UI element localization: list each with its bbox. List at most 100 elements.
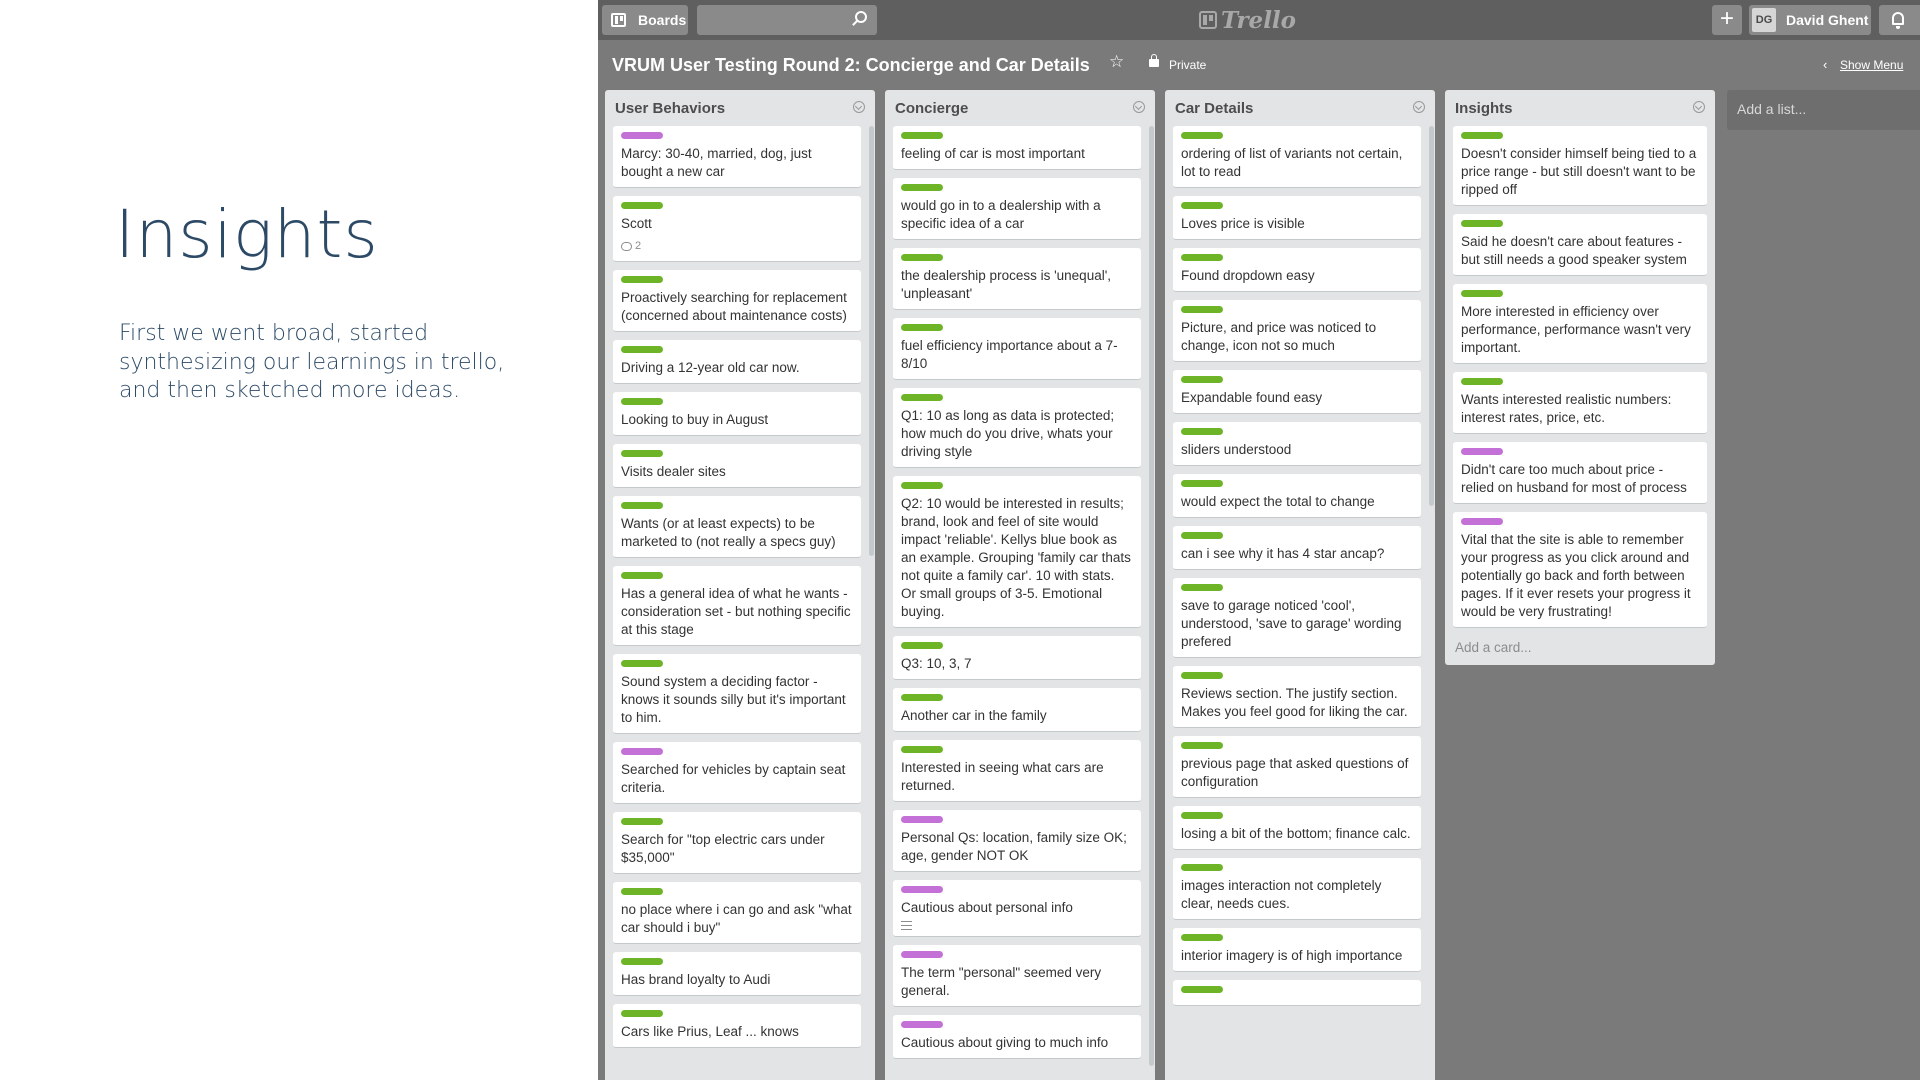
card[interactable]: Driving a 12-year old car now. (613, 340, 861, 384)
green-label (621, 346, 663, 353)
card[interactable]: Found dropdown easy (1173, 248, 1421, 292)
card[interactable]: losing a bit of the bottom; finance calc… (1173, 806, 1421, 850)
slide-title: Insights (115, 196, 379, 273)
card[interactable]: Has a general idea of what he wants - co… (613, 566, 861, 646)
add-card-button[interactable]: Add a card... (1445, 636, 1715, 665)
card[interactable]: Looking to buy in August (613, 392, 861, 436)
card[interactable]: Doesn't consider himself being tied to a… (1453, 126, 1707, 206)
card-text: Expandable found easy (1181, 390, 1323, 405)
list-header[interactable]: Insights (1445, 90, 1715, 126)
card[interactable]: can i see why it has 4 star ancap? (1173, 526, 1421, 570)
card[interactable]: Q2: 10 would be interested in results; b… (893, 476, 1141, 628)
card[interactable]: fuel efficiency importance about a 7-8/1… (893, 318, 1141, 380)
card-text: Sound system a deciding factor - knows i… (621, 674, 846, 725)
top-bar: Boards Trello + DG David Ghent (598, 0, 1920, 40)
green-label (621, 202, 663, 209)
trello-logo[interactable]: Trello (1199, 7, 1296, 34)
search-input[interactable] (697, 5, 877, 35)
card[interactable]: Wants interested realistic numbers: inte… (1453, 372, 1707, 434)
search-icon[interactable] (855, 11, 867, 23)
card[interactable]: Said he doesn't care about features - bu… (1453, 214, 1707, 276)
green-label (621, 502, 663, 509)
card[interactable]: Proactively searching for replacement (c… (613, 270, 861, 332)
card[interactable]: Q1: 10 as long as data is protected; how… (893, 388, 1141, 468)
card[interactable]: The term "personal" seemed very general. (893, 945, 1141, 1007)
list-menu-icon[interactable] (1413, 101, 1425, 113)
list-header[interactable]: Concierge (885, 90, 1155, 126)
comment-badge: 2 (621, 237, 853, 255)
card[interactable]: Another car in the family (893, 688, 1141, 732)
card[interactable]: Searched for vehicles by captain seat cr… (613, 742, 861, 804)
add-list-button[interactable]: Add a list... (1727, 90, 1920, 130)
green-label (621, 818, 663, 825)
card[interactable]: Search for "top electric cars under $35,… (613, 812, 861, 874)
card[interactable]: Wants (or at least expects) to be market… (613, 496, 861, 558)
slide-body: First we went broad, started synthesizin… (119, 321, 505, 403)
list-menu-icon[interactable] (1693, 101, 1705, 113)
card[interactable]: Visits dealer sites (613, 444, 861, 488)
card[interactable]: Cars like Prius, Leaf ... knows (613, 1004, 861, 1048)
list-menu-icon[interactable] (853, 101, 865, 113)
card[interactable]: Sound system a deciding factor - knows i… (613, 654, 861, 734)
green-label (1181, 812, 1223, 819)
list-scrollbar[interactable] (1429, 126, 1434, 506)
green-label (621, 276, 663, 283)
list-scrollbar[interactable] (869, 126, 874, 556)
notifications-button[interactable] (1879, 5, 1920, 35)
boards-button[interactable]: Boards (602, 5, 688, 35)
list-menu-icon[interactable] (1133, 101, 1145, 113)
card[interactable]: would go in to a dealership with a speci… (893, 178, 1141, 240)
list-title: Insights (1455, 100, 1513, 117)
card-text: Driving a 12-year old car now. (621, 360, 800, 375)
list-car-details: Car Details ordering of list of variants … (1165, 90, 1435, 1080)
card-text: Picture, and price was noticed to change… (1181, 320, 1377, 353)
green-label (901, 482, 943, 489)
list-scrollbar[interactable] (1149, 126, 1154, 1066)
green-label (901, 324, 943, 331)
green-label (1181, 532, 1223, 539)
board-title[interactable]: VRUM User Testing Round 2: Concierge and… (612, 55, 1090, 76)
list-header[interactable]: User Behaviors (605, 90, 875, 126)
card[interactable]: would expect the total to change (1173, 474, 1421, 518)
card[interactable]: Didn't care too much about price - relie… (1453, 442, 1707, 504)
boards-label: Boards (638, 12, 687, 28)
add-button[interactable]: + (1712, 5, 1742, 35)
card-text: Doesn't consider himself being tied to a… (1461, 146, 1697, 197)
card[interactable]: images interaction not completely clear,… (1173, 858, 1421, 920)
card[interactable]: Picture, and price was noticed to change… (1173, 300, 1421, 362)
card-text: Q2: 10 would be interested in results; b… (901, 496, 1131, 619)
card[interactable]: Has brand loyalty to Audi (613, 952, 861, 996)
card[interactable]: Cautious about personal info (893, 880, 1141, 937)
card[interactable]: Scott 2 (613, 196, 861, 262)
card-text: Proactively searching for replacement (c… (621, 290, 847, 323)
card[interactable]: sliders understood (1173, 422, 1421, 466)
card[interactable]: feeling of car is most important (893, 126, 1141, 170)
card[interactable]: interior imagery is of high importance (1173, 928, 1421, 972)
card[interactable]: Interested in seeing what cars are retur… (893, 740, 1141, 802)
card[interactable]: save to garage noticed 'cool', understoo… (1173, 578, 1421, 658)
visibility-label[interactable]: Private (1169, 58, 1206, 72)
card[interactable]: Marcy: 30-40, married, dog, just bought … (613, 126, 861, 188)
card[interactable]: Reviews section. The justify section. Ma… (1173, 666, 1421, 728)
card[interactable]: Q3: 10, 3, 7 (893, 636, 1141, 680)
card[interactable]: Cautious about giving to much info (893, 1015, 1141, 1059)
green-label (1181, 986, 1223, 993)
green-label (621, 572, 663, 579)
card[interactable]: previous page that asked questions of co… (1173, 736, 1421, 798)
user-menu-button[interactable]: DG David Ghent (1749, 5, 1871, 35)
green-label (621, 958, 663, 965)
card-text: Visits dealer sites (621, 464, 726, 479)
card[interactable]: Loves price is visible (1173, 196, 1421, 240)
card[interactable]: the dealership process is 'unequal', 'un… (893, 248, 1141, 310)
purple-label (901, 886, 943, 893)
card[interactable]: ordering of list of variants not certain… (1173, 126, 1421, 188)
list-header[interactable]: Car Details (1165, 90, 1435, 126)
star-icon[interactable]: ☆ (1109, 52, 1124, 72)
card[interactable] (1173, 980, 1421, 1006)
card[interactable]: no place where i can go and ask "what ca… (613, 882, 861, 944)
card[interactable]: Expandable found easy (1173, 370, 1421, 414)
show-menu-link[interactable]: Show Menu (1840, 58, 1903, 72)
card[interactable]: More interested in efficiency over perfo… (1453, 284, 1707, 364)
card[interactable]: Personal Qs: location, family size OK; a… (893, 810, 1141, 872)
card[interactable]: Vital that the site is able to remember … (1453, 512, 1707, 628)
